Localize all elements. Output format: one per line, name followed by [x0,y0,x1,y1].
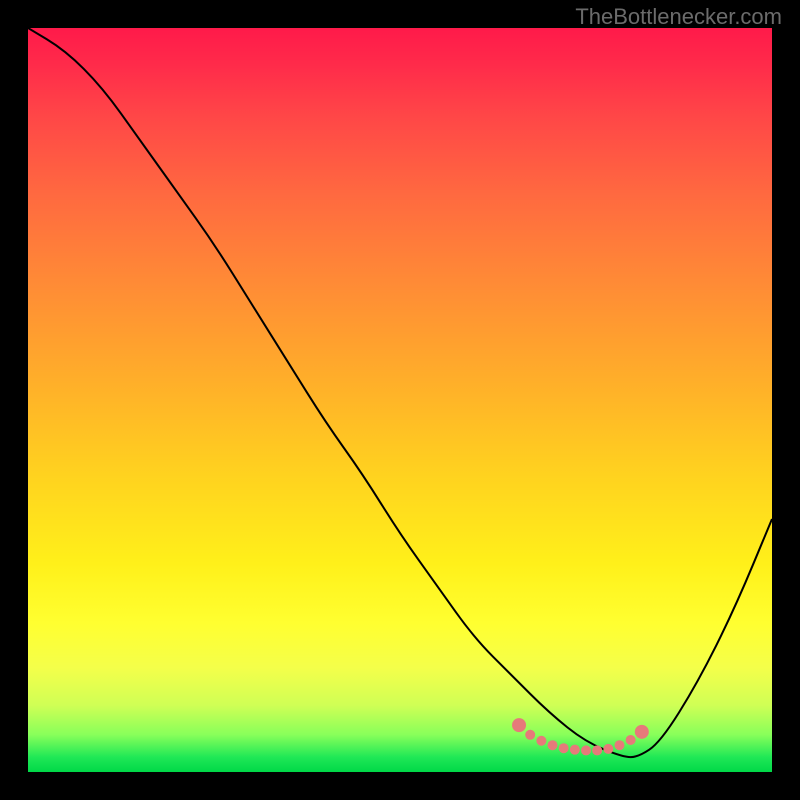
optimal-marker [603,744,613,754]
optimal-marker [626,735,636,745]
optimal-marker [635,725,649,739]
optimal-marker [581,745,591,755]
plot-area [28,28,772,772]
optimal-marker [548,740,558,750]
optimal-marker [559,743,569,753]
bottleneck-curve [28,28,772,757]
optimal-marker [592,745,602,755]
optimal-marker [536,736,546,746]
optimal-marker [525,730,535,740]
optimal-marker [512,718,526,732]
chart-svg [28,28,772,772]
optimal-marker [570,745,580,755]
optimal-marker [614,740,624,750]
attribution-text: TheBottlenecker.com [575,4,782,30]
